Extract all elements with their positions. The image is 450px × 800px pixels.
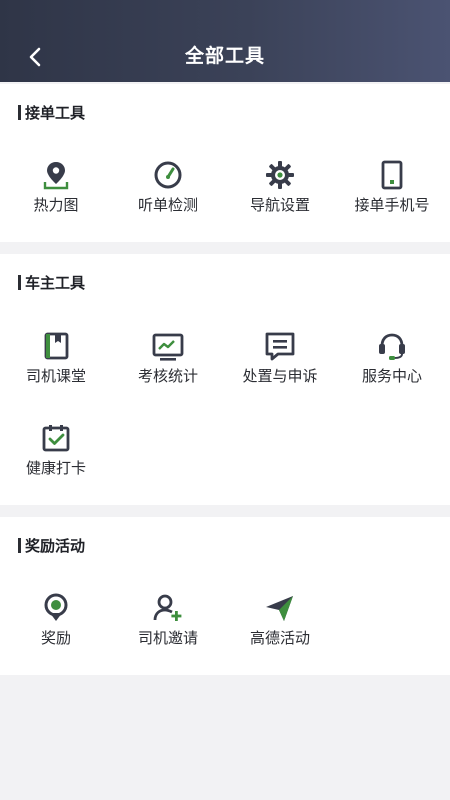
tool-heatmap[interactable]: 热力图 [0, 156, 112, 215]
header: 全部工具 [0, 0, 450, 82]
tool-rewards[interactable]: 奖励 [0, 589, 112, 648]
tool-amap-activities[interactable]: 高德活动 [224, 589, 336, 648]
tool-assessment-stats[interactable]: 考核统计 [112, 327, 224, 386]
medal-icon [0, 589, 112, 623]
section-title: 车主工具 [18, 272, 85, 293]
section-title: 奖励活动 [18, 535, 85, 556]
calendar-check-icon [0, 419, 112, 453]
map-pin-icon [0, 156, 112, 190]
section-rewards: 奖励活动 奖励 司机邀请 高德活动 [0, 517, 450, 675]
book-icon [0, 327, 112, 361]
tool-appeal[interactable]: 处置与申诉 [224, 327, 336, 386]
headset-icon [336, 327, 448, 361]
section-title: 接单工具 [18, 102, 85, 123]
page-title: 全部工具 [184, 45, 265, 67]
tool-service-center[interactable]: 服务中心 [336, 327, 448, 386]
section-marker [18, 105, 21, 120]
add-user-icon [112, 589, 224, 623]
section-marker [18, 538, 21, 553]
section-order-tools: 接单工具 热力图 听单检测 导航设置 接单手机号 [0, 84, 450, 242]
tool-driver-invite[interactable]: 司机邀请 [112, 589, 224, 648]
message-icon [224, 327, 336, 361]
chart-icon [112, 327, 224, 361]
section-owner-tools: 车主工具 司机课堂 考核统计 处置与申诉 服务中心 健康打卡 [0, 254, 450, 505]
paper-plane-icon [224, 589, 336, 623]
tool-order-phone[interactable]: 接单手机号 [336, 156, 448, 215]
tool-nav-settings[interactable]: 导航设置 [224, 156, 336, 215]
phone-icon [336, 156, 448, 190]
tool-health-checkin[interactable]: 健康打卡 [0, 419, 112, 478]
section-marker [18, 275, 21, 290]
gear-icon [224, 156, 336, 190]
gauge-icon [112, 156, 224, 190]
tool-listen-check[interactable]: 听单检测 [112, 156, 224, 215]
tool-driver-class[interactable]: 司机课堂 [0, 327, 112, 386]
